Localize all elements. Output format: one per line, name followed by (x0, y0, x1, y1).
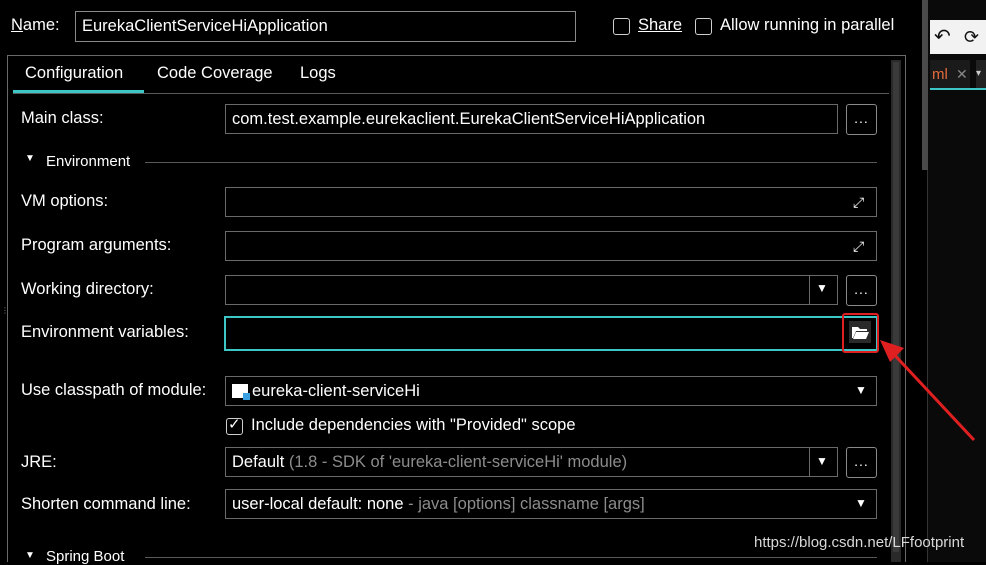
module-icon (232, 384, 250, 400)
environment-collapse-icon[interactable]: ▼ (25, 153, 35, 164)
allow-parallel-label: Allow running in parallel (720, 16, 895, 34)
name-label: Name: (11, 16, 60, 35)
close-icon[interactable]: ✕ (956, 66, 968, 82)
tab-code-coverage[interactable]: Code Coverage (157, 64, 273, 83)
environment-variables-label: Environment variables: (21, 323, 189, 341)
expand-icon[interactable]: ⤢ (853, 193, 871, 211)
name-input-value: EurekaClientServiceHiApplication (82, 17, 328, 35)
main-class-label: Main class: (21, 109, 104, 127)
chevron-down-icon[interactable]: ▼ (816, 454, 828, 468)
tab-configuration[interactable]: Configuration (25, 64, 123, 83)
annotation-arrow (880, 340, 976, 442)
program-arguments-input[interactable] (225, 231, 877, 261)
tab-logs[interactable]: Logs (300, 64, 336, 83)
undo-icon[interactable]: ↶ (934, 25, 954, 49)
editor-tab-label: ml (932, 66, 948, 83)
include-dependencies-checkbox[interactable]: ✓ (226, 416, 243, 435)
working-directory-input[interactable] (225, 275, 838, 305)
working-directory-label: Working directory: (21, 280, 154, 298)
watermark: https://blog.csdn.net/LFfootprint (754, 534, 965, 551)
editor-tab[interactable]: ml ✕ (930, 60, 970, 88)
splitter-handle[interactable]: ⋮ (1, 307, 9, 326)
jre-dropdown-separator (809, 448, 810, 476)
tabs-divider (13, 93, 889, 94)
environment-variables-input[interactable] (224, 316, 878, 351)
shorten-command-line-label: Shorten command line: (21, 495, 191, 513)
chevron-down-icon[interactable]: ▼ (855, 496, 867, 510)
main-class-browse-button[interactable]: ... (846, 104, 877, 135)
jre-value-hint: (1.8 - SDK of 'eureka-client-serviceHi' … (288, 453, 628, 471)
environment-section-title[interactable]: Environment (46, 153, 130, 170)
editor-tab-dropdown[interactable]: ▾ (976, 60, 986, 88)
vm-options-label: VM options: (21, 192, 109, 210)
spring-boot-divider (145, 557, 877, 558)
shorten-value: user-local default: none (232, 495, 404, 513)
shorten-value-hint: - java [options] classname [args] (408, 495, 645, 513)
spring-boot-collapse-icon[interactable]: ▼ (25, 550, 35, 561)
search-icon[interactable]: ⟳ (964, 25, 984, 49)
name-label-mnemonic: N (11, 16, 23, 34)
folder-open-icon[interactable] (849, 321, 871, 343)
jre-value: Default (232, 453, 285, 471)
main-class-value: com.test.example.eurekaclient.EurekaClie… (232, 110, 706, 128)
environment-divider (145, 162, 877, 163)
share-label: Share (638, 16, 682, 35)
jre-label: JRE: (21, 453, 57, 471)
jre-select[interactable]: Default (1.8 - SDK of 'eureka-client-ser… (225, 447, 838, 477)
chevron-down-icon[interactable]: ▼ (855, 383, 867, 397)
config-scrollbar-thumb[interactable] (893, 62, 899, 552)
jre-browse-button[interactable]: ... (846, 447, 877, 478)
spring-boot-section-title[interactable]: Spring Boot (46, 548, 124, 565)
working-directory-browse-button[interactable]: ... (846, 275, 877, 306)
name-label-rest: ame: (22, 16, 60, 34)
share-label-text: Share (638, 16, 683, 34)
allow-parallel-checkbox[interactable] (695, 18, 712, 35)
expand-icon[interactable]: ⤢ (853, 237, 871, 255)
check-icon: ✓ (228, 416, 241, 433)
editor-tab-underline (930, 88, 986, 90)
include-dependencies-label: Include dependencies with "Provided" sco… (251, 416, 576, 434)
shorten-command-line-select[interactable]: user-local default: none - java [options… (225, 489, 877, 519)
share-checkbox[interactable] (613, 18, 630, 35)
classpath-module-value: eureka-client-serviceHi (252, 382, 420, 400)
working-directory-dropdown-separator (809, 276, 810, 304)
classpath-module-label: Use classpath of module: (21, 381, 207, 399)
main-class-input[interactable]: com.test.example.eurekaclient.EurekaClie… (225, 104, 838, 134)
program-arguments-label: Program arguments: (21, 236, 172, 254)
vm-options-input[interactable] (225, 187, 877, 217)
classpath-module-select[interactable]: eureka-client-serviceHi (225, 376, 877, 406)
editor-scrollbar[interactable] (922, 0, 928, 170)
name-input[interactable]: EurekaClientServiceHiApplication (75, 11, 576, 42)
chevron-down-icon[interactable]: ▼ (816, 281, 828, 295)
